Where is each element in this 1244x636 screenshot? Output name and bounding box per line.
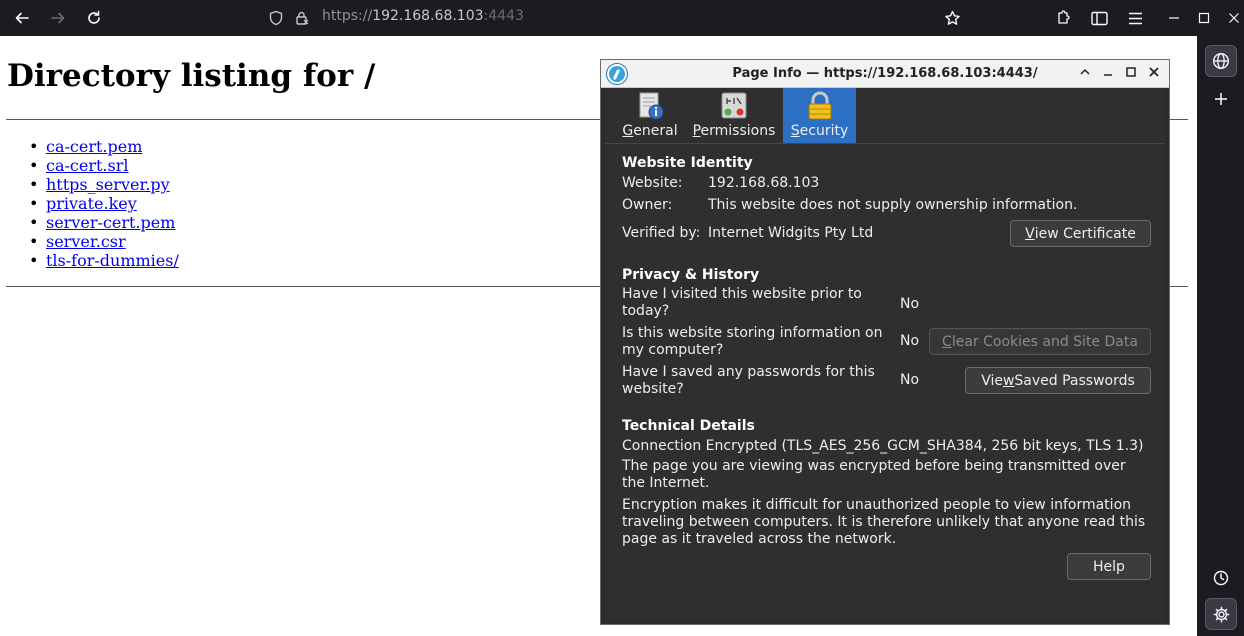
- settings-gear-icon[interactable]: [1205, 598, 1237, 630]
- view-saved-passwords-button[interactable]: Vie w Saved Passwords: [965, 367, 1151, 394]
- file-link-https-server-py[interactable]: https_server.py: [46, 175, 170, 194]
- url-bar[interactable]: https://192.168.68.103:4443: [322, 8, 524, 24]
- list-item: tls-for-dummies/: [29, 251, 179, 270]
- dialog-maximize-icon[interactable]: [1123, 66, 1139, 82]
- menu-icon[interactable]: [1122, 5, 1148, 31]
- tracking-shield-icon[interactable]: [263, 5, 289, 31]
- dialog-body: General Permissions Security Website Ide…: [605, 88, 1165, 622]
- file-link-tls-for-dummies[interactable]: tls-for-dummies/: [46, 251, 179, 270]
- tab-general-label: eneral: [633, 123, 678, 139]
- clear-cookies-access-key: C: [942, 333, 952, 350]
- encryption-explanation-text: Encryption makes it difficult for unauth…: [622, 497, 1146, 547]
- verified-by-label: Verified by:: [622, 225, 701, 241]
- browser-toolbar: https://192.168.68.103:4443: [0, 0, 1244, 36]
- file-list: ca-cert.pem ca-cert.srl https_server.py …: [29, 137, 179, 270]
- reload-icon[interactable]: [81, 5, 107, 31]
- chevron-up-icon[interactable]: [1077, 66, 1093, 82]
- visited-question: Have I visited this website prior to tod…: [622, 286, 862, 319]
- privacy-history-heading: Privacy & History: [622, 267, 760, 283]
- view-certificate-label: iew Certificate: [1034, 225, 1136, 242]
- tab-security[interactable]: Security: [783, 88, 856, 143]
- tab-general[interactable]: General: [618, 88, 682, 143]
- technical-details-heading: Technical Details: [622, 418, 755, 434]
- page-info-dialog: Page Info — https://192.168.68.103:4443/: [600, 59, 1170, 625]
- verified-by-value: Internet Widgits Pty Ltd: [708, 225, 874, 241]
- add-icon[interactable]: [1205, 83, 1237, 115]
- storing-question: Is this website storing information on m…: [622, 325, 883, 358]
- tab-permissions-access-key: P: [692, 123, 701, 139]
- tab-general-access-key: G: [622, 123, 634, 139]
- help-button[interactable]: Help: [1067, 553, 1151, 580]
- tab-permissions[interactable]: Permissions: [692, 88, 776, 143]
- view-certificate-access-key: V: [1025, 225, 1035, 242]
- globe-icon[interactable]: [1205, 45, 1237, 77]
- owner-value: This website does not supply ownership i…: [708, 197, 1078, 213]
- security-lock-icon: [808, 91, 832, 120]
- view-saved-passwords-label-start: Vie: [981, 372, 1003, 389]
- list-item: ca-cert.srl: [29, 156, 179, 175]
- tab-security-label: ecurity: [799, 123, 849, 139]
- lock-warning-icon[interactable]: [289, 5, 315, 31]
- bookmark-star-icon[interactable]: [939, 5, 965, 31]
- file-link-ca-cert-pem[interactable]: ca-cert.pem: [46, 137, 142, 156]
- list-item: ca-cert.pem: [29, 137, 179, 156]
- passwords-question: Have I saved any passwords for this webs…: [622, 364, 875, 397]
- maximize-window-icon[interactable]: [1191, 5, 1217, 31]
- dialog-titlebar[interactable]: Page Info — https://192.168.68.103:4443/: [601, 60, 1169, 88]
- connection-encrypted-text: Connection Encrypted (TLS_AES_256_GCM_SH…: [622, 438, 1144, 454]
- close-window-icon[interactable]: [1221, 5, 1244, 31]
- website-identity-heading: Website Identity: [622, 155, 753, 171]
- clear-cookies-button[interactable]: Clear Cookies and Site Data: [929, 328, 1151, 355]
- storing-answer: No: [900, 333, 920, 349]
- url-host: 192.168.68.103: [372, 8, 484, 24]
- list-item: https_server.py: [29, 175, 179, 194]
- tab-permissions-label: ermissions: [700, 123, 776, 139]
- file-link-ca-cert-srl[interactable]: ca-cert.srl: [46, 156, 128, 175]
- view-saved-passwords-label-end: Saved Passwords: [1014, 372, 1135, 389]
- url-scheme: https://: [322, 8, 373, 24]
- permissions-icon: [721, 92, 747, 119]
- dialog-close-icon[interactable]: [1146, 66, 1162, 82]
- clear-cookies-label: lear Cookies and Site Data: [951, 333, 1138, 350]
- file-link-server-cert-pem[interactable]: server-cert.pem: [46, 213, 175, 232]
- file-link-server-csr[interactable]: server.csr: [46, 232, 126, 251]
- url-port: :4443: [483, 8, 524, 24]
- tab-security-access-key: S: [790, 123, 800, 139]
- list-item: server.csr: [29, 232, 179, 251]
- owner-label: Owner:: [622, 197, 673, 213]
- tab-bar: General Permissions Security: [605, 88, 1165, 144]
- list-item: private.key: [29, 194, 179, 213]
- encryption-note-text: The page you are viewing was encrypted b…: [622, 458, 1126, 491]
- general-info-icon: [639, 92, 664, 120]
- list-item: server-cert.pem: [29, 213, 179, 232]
- history-clock-icon[interactable]: [1205, 562, 1237, 594]
- minimize-window-icon[interactable]: [1161, 5, 1187, 31]
- sidebar-toggle-icon[interactable]: [1086, 5, 1112, 31]
- visited-answer: No: [900, 296, 920, 312]
- file-link-private-key[interactable]: private.key: [46, 194, 137, 213]
- back-icon[interactable]: [9, 5, 35, 31]
- passwords-answer: No: [900, 372, 920, 388]
- browser-sidebar: [1197, 36, 1244, 636]
- view-certificate-button[interactable]: View Certificate: [1010, 220, 1151, 247]
- website-value: 192.168.68.103: [708, 175, 820, 191]
- extensions-icon[interactable]: [1050, 5, 1076, 31]
- dialog-minimize-icon[interactable]: [1100, 66, 1116, 82]
- view-saved-passwords-access-key: w: [1002, 372, 1015, 389]
- page-heading: Directory listing for /: [7, 58, 376, 94]
- forward-icon[interactable]: [45, 5, 71, 31]
- website-label: Website:: [622, 175, 683, 191]
